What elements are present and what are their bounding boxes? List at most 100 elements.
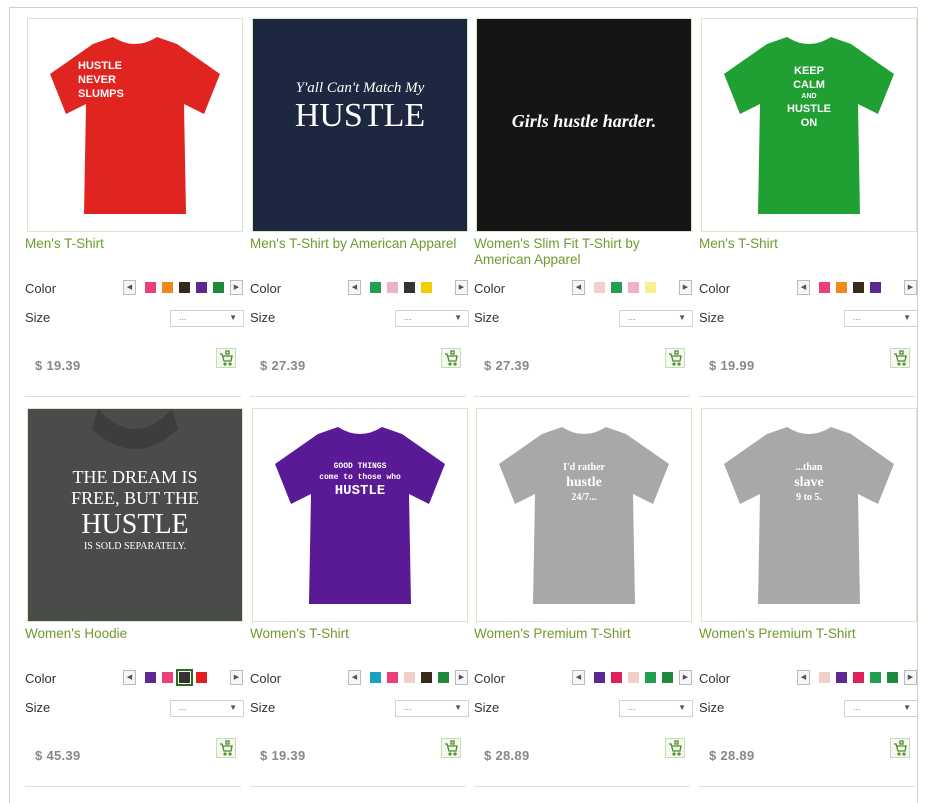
color-swatch[interactable] [370, 282, 381, 293]
color-swatch[interactable] [819, 672, 830, 683]
product-image[interactable]: Y'all Can't Match My HUSTLE [252, 18, 468, 232]
color-swatch[interactable] [819, 282, 830, 293]
color-swatch[interactable] [611, 672, 622, 683]
add-to-cart-button[interactable] [216, 738, 236, 758]
size-select[interactable]: ... ▼ [395, 700, 469, 717]
product-title-link[interactable]: Women's T-Shirt [250, 626, 472, 642]
product-title-link[interactable]: Men's T-Shirt [699, 236, 921, 252]
product-image[interactable]: HUSTLE NEVER SLUMPS [27, 18, 243, 232]
chevron-down-icon: ▼ [903, 703, 911, 712]
add-to-cart-button[interactable] [890, 348, 910, 368]
next-color-button[interactable]: ▶ [904, 670, 917, 685]
product-image[interactable]: I'd rather hustle 24/7... [476, 408, 692, 622]
color-swatch[interactable] [145, 282, 156, 293]
color-swatch[interactable] [404, 282, 415, 293]
color-swatch[interactable] [179, 282, 190, 293]
color-swatch[interactable] [645, 672, 656, 683]
color-swatch[interactable] [870, 282, 881, 293]
add-to-cart-button[interactable] [441, 738, 461, 758]
product-card[interactable]: GOOD THINGS come to those who HUSTLE Women'… [250, 398, 472, 790]
size-select[interactable]: ... ▼ [844, 310, 918, 327]
color-swatch[interactable] [145, 672, 156, 683]
add-to-cart-button[interactable] [665, 738, 685, 758]
size-select[interactable]: ... ▼ [844, 700, 918, 717]
product-price: $ 19.39 [260, 748, 306, 763]
product-image[interactable]: GOOD THINGS come to those who HUSTLE [252, 408, 468, 622]
product-price: $ 28.89 [709, 748, 755, 763]
color-swatch[interactable] [594, 282, 605, 293]
color-swatch[interactable] [853, 282, 864, 293]
add-to-cart-button[interactable] [665, 348, 685, 368]
color-swatch[interactable] [421, 672, 432, 683]
color-swatch[interactable] [628, 672, 639, 683]
next-color-button[interactable]: ▶ [230, 670, 243, 685]
size-select[interactable]: ... ▼ [170, 310, 244, 327]
next-color-button[interactable]: ▶ [904, 280, 917, 295]
size-select[interactable]: ... ▼ [619, 700, 693, 717]
add-to-cart-button[interactable] [441, 348, 461, 368]
size-select-value: ... [628, 702, 636, 712]
prev-color-button[interactable]: ◀ [572, 670, 585, 685]
color-swatch[interactable] [628, 282, 639, 293]
prev-color-button[interactable]: ◀ [123, 670, 136, 685]
product-title-link[interactable]: Women's Hoodie [25, 626, 247, 642]
product-card[interactable]: HUSTLE NEVER SLUMPS Men's T-Shirt Color Size ◀… [25, 8, 247, 400]
color-swatch[interactable] [836, 282, 847, 293]
chevron-down-icon: ▼ [903, 313, 911, 322]
color-swatch[interactable] [162, 672, 173, 683]
product-card[interactable]: Girls hustle harder. Women's Slim Fit T-S… [474, 8, 696, 400]
prev-color-button[interactable]: ◀ [348, 280, 361, 295]
product-title-link[interactable]: Men's T-Shirt by American Apparel [250, 236, 472, 252]
color-swatch[interactable] [870, 672, 881, 683]
next-color-button[interactable]: ▶ [230, 280, 243, 295]
product-image[interactable]: THE DREAM IS FREE, BUT THE HUSTLE IS SOLD S… [27, 408, 243, 622]
color-swatch[interactable] [196, 282, 207, 293]
product-card[interactable]: KEEP CALM AND HUSTLE ON Men's T-Shirt Color Siz… [699, 8, 921, 400]
add-to-cart-button[interactable] [890, 738, 910, 758]
color-swatch[interactable] [836, 672, 847, 683]
next-color-button[interactable]: ▶ [679, 280, 692, 295]
product-title-link[interactable]: Women's Premium T-Shirt [699, 626, 921, 642]
color-swatch[interactable] [387, 282, 398, 293]
color-swatch[interactable] [853, 672, 864, 683]
add-to-cart-button[interactable] [216, 348, 236, 368]
color-swatch[interactable] [196, 672, 207, 683]
color-swatch[interactable] [213, 282, 224, 293]
next-color-button[interactable]: ▶ [679, 670, 692, 685]
size-select-value: ... [853, 312, 861, 322]
color-swatch[interactable] [594, 672, 605, 683]
print-line: HUSTLE [78, 60, 122, 72]
product-card[interactable]: I'd rather hustle 24/7... Women's Premium T… [474, 398, 696, 790]
size-select[interactable]: ... ▼ [170, 700, 244, 717]
color-swatch[interactable] [421, 282, 432, 293]
prev-color-button[interactable]: ◀ [123, 280, 136, 295]
color-swatch[interactable] [370, 672, 381, 683]
product-card[interactable]: Y'all Can't Match My HUSTLE Men's T-Shirt … [250, 8, 472, 400]
product-card[interactable]: THE DREAM IS FREE, BUT THE HUSTLE IS SOLD S… [25, 398, 247, 790]
prev-color-button[interactable]: ◀ [797, 280, 810, 295]
color-swatch[interactable] [404, 672, 415, 683]
product-title-link[interactable]: Men's T-Shirt [25, 236, 247, 252]
prev-color-button[interactable]: ◀ [348, 670, 361, 685]
next-color-button[interactable]: ▶ [455, 670, 468, 685]
product-card[interactable]: ...than slave 9 to 5. Women's Premium T-Shi… [699, 398, 921, 790]
size-select[interactable]: ... ▼ [619, 310, 693, 327]
color-swatch[interactable] [611, 282, 622, 293]
color-swatch[interactable] [887, 672, 898, 683]
prev-color-button[interactable]: ◀ [797, 670, 810, 685]
color-swatch[interactable] [662, 672, 673, 683]
color-swatch[interactable] [438, 672, 449, 683]
product-title-link[interactable]: Women's Slim Fit T-Shirt by American App… [474, 236, 696, 268]
product-image[interactable]: KEEP CALM AND HUSTLE ON [701, 18, 917, 232]
product-image[interactable]: ...than slave 9 to 5. [701, 408, 917, 622]
next-color-button[interactable]: ▶ [455, 280, 468, 295]
color-swatch[interactable] [162, 282, 173, 293]
print-line: Girls hustle harder. [511, 111, 657, 131]
prev-color-button[interactable]: ◀ [572, 280, 585, 295]
product-image[interactable]: Girls hustle harder. [476, 18, 692, 232]
color-swatch[interactable] [387, 672, 398, 683]
size-select[interactable]: ... ▼ [395, 310, 469, 327]
color-swatch[interactable] [645, 282, 656, 293]
product-title-link[interactable]: Women's Premium T-Shirt [474, 626, 696, 642]
color-swatch[interactable] [176, 669, 193, 686]
